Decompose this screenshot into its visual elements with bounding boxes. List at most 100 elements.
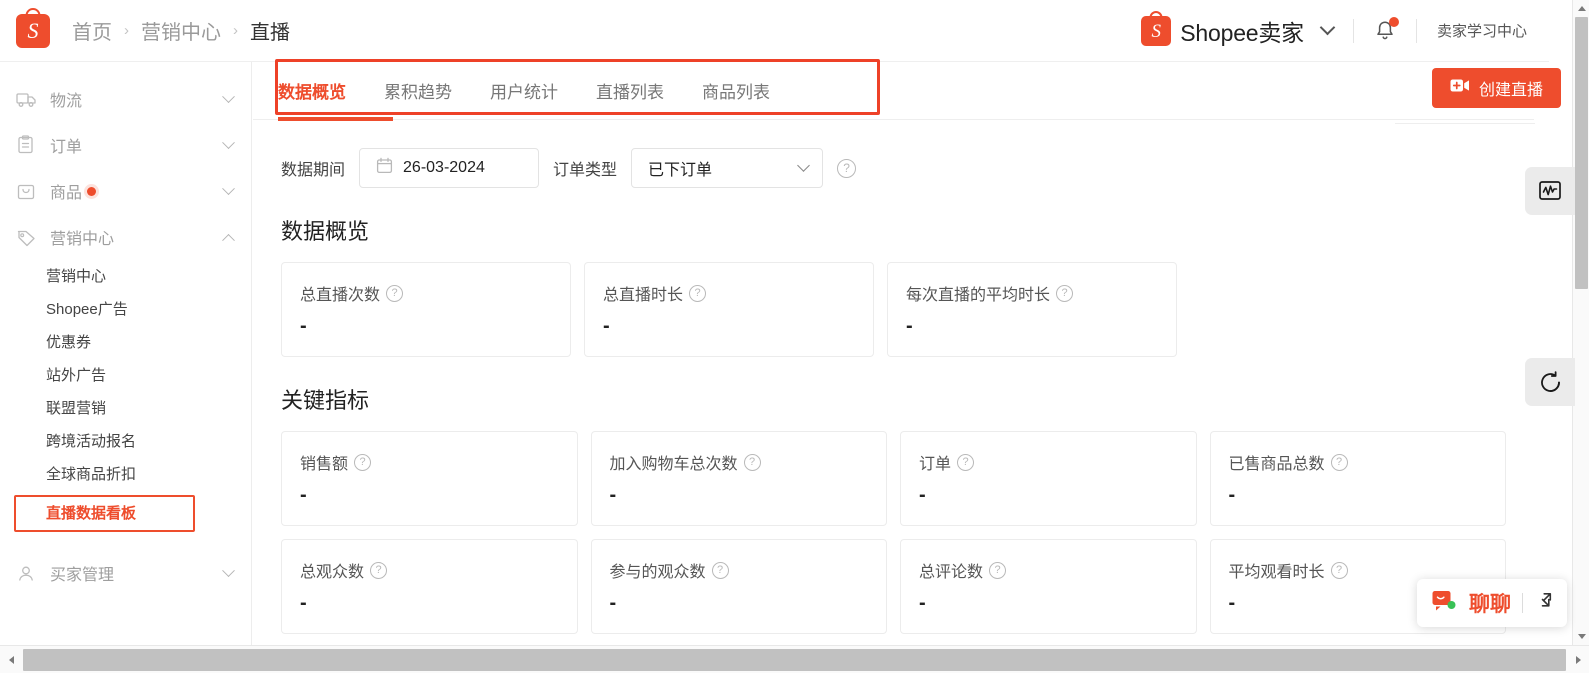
metric-card: 每次直播的平均时长 ? -: [887, 262, 1177, 357]
date-value: 26-03-2024: [403, 159, 485, 176]
scroll-up-arrow-icon[interactable]: [1573, 0, 1589, 17]
page-vertical-scrollbar[interactable]: [1572, 0, 1589, 645]
tab-data-overview[interactable]: 数据概览: [278, 78, 346, 103]
metric-label: 总直播时长: [603, 287, 684, 304]
metric-label: 参与的观众数: [609, 564, 706, 581]
sidebar-subitem-marketing-center[interactable]: 营销中心: [0, 260, 251, 293]
chat-widget[interactable]: 聊聊: [1417, 579, 1567, 627]
question-circle-icon[interactable]: ?: [354, 453, 372, 471]
chevron-down-icon: [222, 181, 235, 195]
question-circle-icon[interactable]: ?: [370, 561, 388, 579]
question-circle-icon[interactable]: ?: [1330, 561, 1348, 579]
sidebar-subitem-shopee-ads[interactable]: Shopee广告: [0, 293, 251, 326]
metric-label: 总直播次数: [300, 287, 381, 304]
sidebar-item-label: 买家管理: [50, 567, 115, 584]
horizontal-scroll-thumb[interactable]: [23, 648, 1566, 671]
chevron-down-icon: [797, 159, 810, 172]
chevron-down-icon: [222, 135, 235, 149]
metric-card: 加入购物车总次数 ? -: [590, 431, 887, 526]
create-livestream-button[interactable]: 创建直播: [1431, 68, 1561, 108]
chat-label: 聊聊: [1469, 593, 1511, 616]
vertical-scroll-thumb[interactable]: [1575, 17, 1588, 289]
sidebar-subitem-cross-border-campaign[interactable]: 跨境活动报名: [0, 425, 251, 458]
scroll-down-arrow-icon[interactable]: [1573, 628, 1589, 645]
metric-label: 销售额: [300, 456, 349, 473]
notification-badge: [1388, 16, 1399, 27]
sidebar: 物流 订单 商品 营销中心 营销中心 Shopee广告 优惠券 站外广告 联盟营…: [0, 62, 252, 645]
chevron-up-icon: [222, 233, 235, 247]
metric-value: -: [300, 315, 307, 337]
metric-card: 已售商品总数 ? -: [1209, 431, 1506, 526]
metric-label: 每次直播的平均时长: [906, 287, 1051, 304]
metric-value: -: [300, 592, 307, 614]
bell-icon[interactable]: [1374, 16, 1399, 43]
page-horizontal-scrollbar[interactable]: [0, 645, 1589, 673]
sidebar-subitem-affiliate-marketing[interactable]: 联盟营销: [0, 392, 251, 425]
question-circle-icon[interactable]: ?: [386, 284, 404, 302]
scroll-right-arrow-icon[interactable]: [1567, 646, 1589, 673]
metric-card: 参与的观众数 ? -: [590, 539, 887, 634]
shopee-logo[interactable]: S: [16, 7, 50, 48]
question-circle-icon[interactable]: ?: [711, 561, 729, 579]
monitor-icon[interactable]: [1525, 167, 1575, 215]
video-plus-icon: [1450, 78, 1470, 98]
date-picker[interactable]: 26-03-2024: [359, 148, 540, 188]
question-circle-icon[interactable]: ?: [837, 158, 857, 178]
metric-value: -: [609, 592, 617, 614]
tag-icon: [16, 228, 38, 247]
metric-label: 总观众数: [300, 564, 365, 581]
metric-card: 总观众数 ? -: [281, 539, 578, 634]
breadcrumb: 首页 › 营销中心 › 直播: [72, 16, 290, 45]
divider: [1522, 593, 1523, 613]
question-circle-icon[interactable]: ?: [989, 561, 1007, 579]
question-circle-icon[interactable]: ?: [689, 284, 707, 302]
sidebar-subitem-live-dashboard[interactable]: 直播数据看板: [16, 506, 136, 521]
chevron-down-icon: [222, 563, 235, 577]
divider: [1352, 18, 1354, 43]
question-circle-icon[interactable]: ?: [957, 453, 975, 471]
metric-label: 已售商品总数: [1228, 456, 1325, 473]
metric-value: -: [1228, 484, 1236, 506]
question-circle-icon[interactable]: ?: [1330, 453, 1348, 471]
question-circle-icon[interactable]: ?: [1056, 284, 1074, 302]
metric-card: 销售额 ? -: [281, 431, 578, 526]
breadcrumb-item-marketing[interactable]: 营销中心: [141, 16, 221, 45]
sidebar-subitem-coupons[interactable]: 优惠券: [0, 326, 251, 359]
metric-card: 总直播次数 ? -: [281, 262, 571, 357]
metric-label: 加入购物车总次数: [609, 456, 738, 473]
sidebar-subitem-global-discount[interactable]: 全球商品折扣: [0, 458, 251, 491]
sidebar-item-label: 商品: [50, 185, 83, 202]
notification-dot: [87, 186, 97, 196]
order-type-select[interactable]: 已下订单: [631, 148, 824, 188]
sidebar-item-marketing-center[interactable]: 营销中心: [0, 214, 251, 260]
metric-value: -: [609, 484, 617, 506]
refresh-circle-icon[interactable]: [1525, 358, 1575, 406]
seller-learning-center-link[interactable]: 卖家学习中心: [1437, 20, 1527, 41]
sidebar-item-products[interactable]: 商品: [0, 168, 251, 214]
sidebar-item-orders[interactable]: 订单: [0, 122, 251, 168]
expand-arrow-icon[interactable]: [1534, 591, 1553, 615]
order-type-value: 已下订单: [648, 162, 713, 179]
top-header: S 首页 › 营销中心 › 直播 S Shopee卖家 卖家学习中心: [0, 0, 1549, 62]
chevron-down-icon[interactable]: [1319, 19, 1336, 36]
header-right: S Shopee卖家 卖家学习中心: [1141, 0, 1549, 61]
tab-product-list[interactable]: 商品列表: [702, 78, 770, 103]
sidebar-item-label: 物流: [50, 93, 83, 110]
breadcrumb-item-home[interactable]: 首页: [72, 16, 112, 45]
tab-live-list[interactable]: 直播列表: [596, 78, 664, 103]
shopee-bag-icon: S: [16, 7, 50, 48]
page-root: S 首页 › 营销中心 › 直播 S Shopee卖家 卖家学习中心 物流 订单…: [0, 0, 1589, 673]
seller-account[interactable]: S Shopee卖家: [1141, 10, 1304, 48]
tab-user-statistics[interactable]: 用户统计: [490, 78, 558, 103]
tab-cumulative-trend[interactable]: 累积趋势: [384, 78, 452, 103]
sidebar-item-buyer-management[interactable]: 买家管理: [0, 550, 251, 596]
sidebar-item-logistics[interactable]: 物流: [0, 76, 251, 122]
truck-icon: [16, 91, 38, 108]
tab-bar: 数据概览 累积趋势 用户统计 直播列表 商品列表: [253, 62, 1534, 121]
highlight-annotation-box: 直播数据看板: [14, 495, 195, 532]
breadcrumb-separator-icon: ›: [233, 22, 238, 39]
question-circle-icon[interactable]: ?: [743, 453, 761, 471]
metric-label: 总评论数: [919, 564, 984, 581]
sidebar-subitem-offsite-ads[interactable]: 站外广告: [0, 359, 251, 392]
scroll-left-arrow-icon[interactable]: [0, 646, 22, 673]
